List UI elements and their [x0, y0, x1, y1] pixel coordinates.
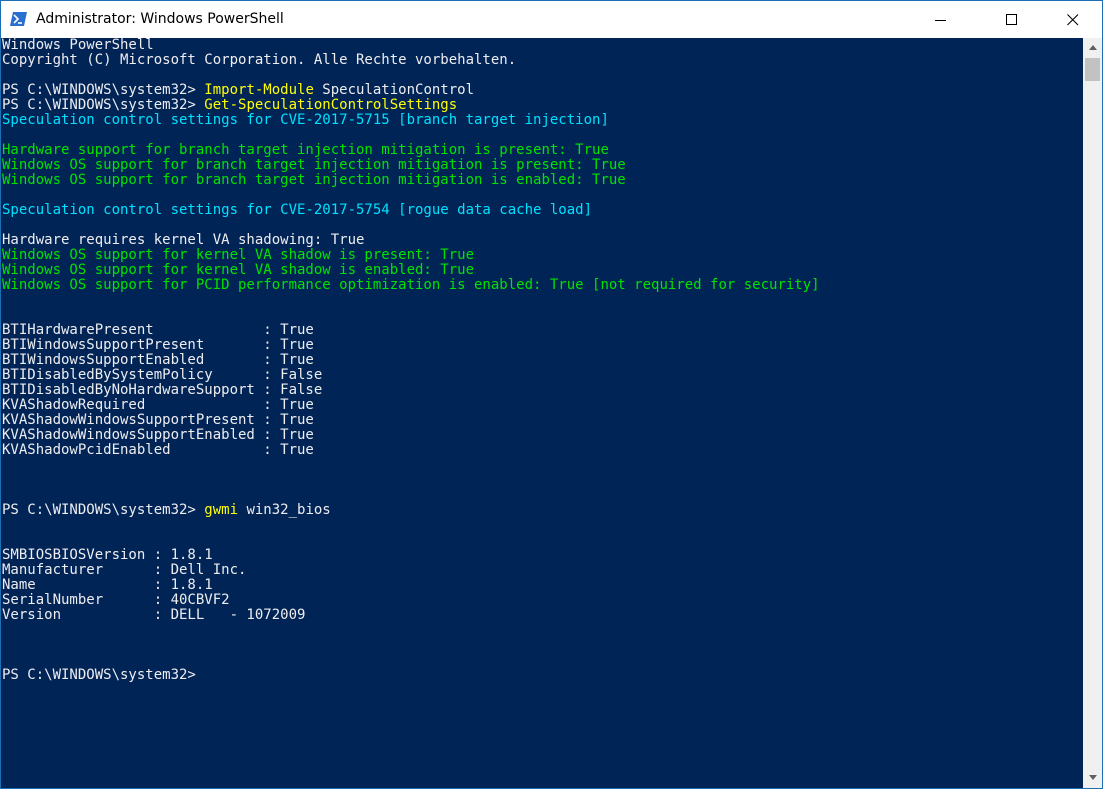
settings-row: BTIWindowsSupportEnabled : True — [2, 352, 314, 368]
prompt-line: PS C:\WINDOWS\system32> Get-SpeculationC… — [2, 98, 820, 113]
console-output[interactable]: Windows PowerShell Copyright (C) Microsof… — [1, 38, 1083, 788]
console-line: Windows OS support for kernel VA shadow … — [2, 262, 475, 278]
console-line: Windows OS support for kernel VA shadow … — [2, 247, 475, 263]
bios-row: SMBIOSBIOSVersion : 1.8.1 — [2, 547, 213, 563]
command-text: Get-SpeculationControlSettings — [204, 97, 458, 113]
scrollbar-thumb[interactable] — [1085, 58, 1100, 81]
window-title: Administrator: Windows PowerShell — [36, 11, 284, 27]
settings-row: BTIHardwarePresent : True — [2, 322, 314, 338]
console-line: Hardware support for branch target injec… — [2, 142, 609, 158]
title-bar[interactable]: Administrator: Windows PowerShell — [1, 1, 1102, 38]
prompt-text: PS C:\WINDOWS\system32> — [2, 667, 205, 683]
close-button[interactable] — [1050, 1, 1096, 38]
console-line: Windows PowerShell — [2, 38, 154, 53]
settings-row: KVAShadowWindowsSupportPresent : True — [2, 412, 314, 428]
scroll-up-button[interactable] — [1083, 38, 1102, 58]
powershell-window: Administrator: Windows PowerShell Window… — [0, 0, 1103, 789]
console-line: Windows OS support for PCID performance … — [2, 277, 820, 293]
prompt-line: PS C:\WINDOWS\system32> Import-Module Sp… — [2, 83, 820, 98]
bios-row: SerialNumber : 40CBVF2 — [2, 592, 230, 608]
bios-row: Manufacturer : Dell Inc. — [2, 562, 247, 578]
settings-row: KVAShadowRequired : True — [2, 397, 314, 413]
section-heading: Speculation control settings for CVE-201… — [2, 112, 609, 128]
command-text: Import-Module — [204, 82, 314, 98]
close-icon — [1067, 14, 1079, 26]
settings-row: KVAShadowWindowsSupportEnabled : True — [2, 427, 314, 443]
settings-row: BTIDisabledBySystemPolicy : False — [2, 367, 323, 383]
maximize-button[interactable] — [989, 1, 1035, 38]
minimize-icon — [935, 20, 946, 21]
console-line: Copyright (C) Microsoft Corporation. All… — [2, 52, 517, 68]
section-heading: Speculation control settings for CVE-201… — [2, 202, 593, 218]
prompt-line: PS C:\WINDOWS\system32> gwmi win32_bios — [2, 503, 820, 518]
console-line: Hardware requires kernel VA shadowing: T… — [2, 232, 365, 248]
maximize-icon — [1006, 14, 1017, 25]
settings-row: BTIDisabledByNoHardwareSupport : False — [2, 382, 323, 398]
console-line: Windows OS support for branch target inj… — [2, 172, 626, 188]
command-text: gwmi — [204, 502, 239, 518]
settings-row: BTIWindowsSupportPresent : True — [2, 337, 314, 353]
scroll-up-icon — [1089, 45, 1097, 50]
powershell-icon — [10, 11, 27, 27]
prompt-text: PS C:\WINDOWS\system32> — [2, 502, 205, 518]
bios-row: Version : DELL - 1072009 — [2, 607, 306, 623]
vertical-scrollbar[interactable] — [1083, 38, 1102, 788]
minimize-button[interactable] — [918, 1, 964, 38]
console-line: Windows OS support for branch target inj… — [2, 157, 626, 173]
prompt-text: PS C:\WINDOWS\system32> — [2, 82, 205, 98]
bios-row: Name : 1.8.1 — [2, 577, 213, 593]
command-argument: win32_bios — [238, 502, 331, 518]
scroll-down-button[interactable] — [1083, 768, 1102, 788]
scroll-down-icon — [1089, 775, 1097, 780]
command-argument: SpeculationControl — [313, 82, 475, 98]
prompt-text: PS C:\WINDOWS\system32> — [2, 97, 205, 113]
settings-row: KVAShadowPcidEnabled : True — [2, 442, 314, 458]
prompt-line[interactable]: PS C:\WINDOWS\system32> — [2, 668, 820, 683]
